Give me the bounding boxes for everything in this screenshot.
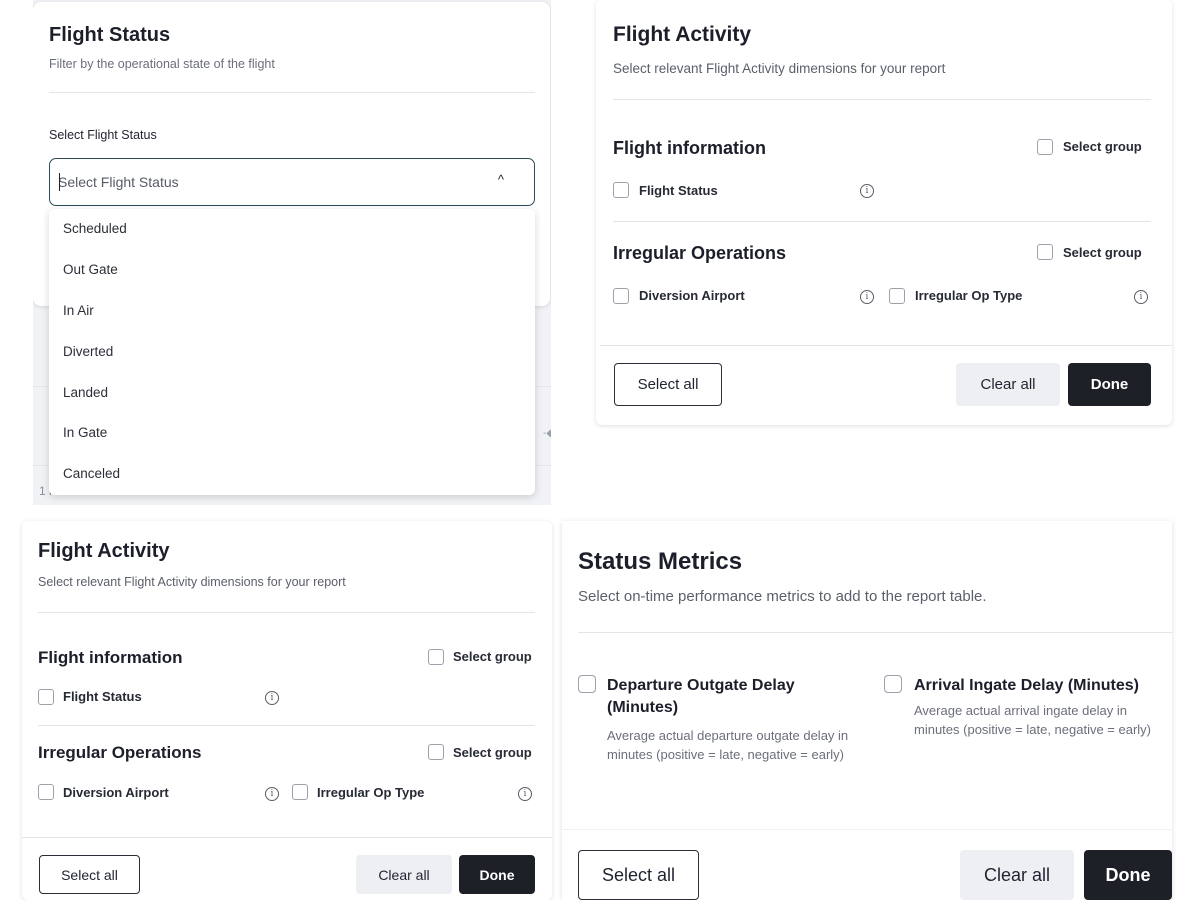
panel-title: Status Metrics [578, 548, 743, 575]
select-group-label[interactable]: Select group [453, 745, 532, 760]
select-group-checkbox[interactable] [428, 649, 444, 665]
done-button[interactable]: Done [1084, 850, 1172, 900]
option-canceled[interactable]: Canceled [63, 466, 120, 481]
option-out-gate[interactable]: Out Gate [63, 262, 118, 277]
flight-status-checkbox[interactable] [38, 689, 54, 705]
select-group-label[interactable]: Select group [1063, 245, 1142, 260]
panel-title: Flight Activity [613, 23, 752, 46]
divider [578, 632, 1172, 633]
departure-outgate-delay-checkbox[interactable] [578, 675, 596, 693]
info-icon[interactable]: i [1134, 290, 1148, 304]
done-button[interactable]: Done [1068, 363, 1151, 406]
group-title-irregular-operations: Irregular Operations [613, 243, 787, 263]
diversion-airport-checkbox[interactable] [613, 288, 629, 304]
metric-title[interactable]: Departure Outgate Delay (Minutes) [607, 675, 857, 719]
info-icon[interactable]: i [265, 691, 279, 705]
panel-subtitle: Select on-time performance metrics to ad… [578, 588, 987, 605]
divider [613, 221, 1151, 222]
arrival-ingate-delay-checkbox[interactable] [884, 675, 902, 693]
divider [38, 725, 535, 726]
flight-status-search-input[interactable] [58, 171, 478, 193]
flight-activity-panel-small: Flight Activity Select relevant Flight A… [22, 521, 552, 900]
text-cursor [59, 173, 60, 191]
field-label: Select Flight Status [49, 128, 157, 142]
metric-title[interactable]: Arrival Ingate Delay (Minutes) [914, 675, 1169, 697]
select-all-button[interactable]: Select all [614, 363, 722, 406]
option-in-air[interactable]: In Air [63, 303, 94, 318]
panel-subtitle: Filter by the operational state of the f… [49, 57, 275, 71]
group-title-flight-information: Flight information [613, 138, 766, 158]
divider [613, 99, 1151, 100]
group-title-irregular-operations: Irregular Operations [38, 743, 202, 762]
flight-status-options-list: Scheduled Out Gate In Air Diverted Lande… [49, 209, 535, 495]
info-icon[interactable]: i [860, 184, 874, 198]
select-group-label[interactable]: Select group [453, 649, 532, 664]
done-button[interactable]: Done [459, 855, 535, 894]
info-icon[interactable]: i [860, 290, 874, 304]
metric-description: Average actual departure outgate delay i… [607, 728, 849, 762]
panel-subtitle: Select relevant Flight Activity dimensio… [38, 575, 346, 589]
divider [49, 92, 535, 93]
diversion-airport-label[interactable]: Diversion Airport [63, 785, 169, 800]
irregular-op-type-label[interactable]: Irregular Op Type [317, 785, 424, 800]
group-title-flight-information: Flight information [38, 648, 183, 667]
footer-divider [600, 345, 1172, 346]
option-scheduled[interactable]: Scheduled [63, 221, 127, 236]
select-group-checkbox[interactable] [1037, 244, 1053, 260]
flight-activity-panel: Flight Activity Select relevant Flight A… [596, 0, 1172, 425]
select-group-checkbox[interactable] [428, 744, 444, 760]
select-group-checkbox[interactable] [1037, 139, 1053, 155]
chart-point-icon: -◆- [543, 428, 551, 439]
irregular-op-type-checkbox[interactable] [889, 288, 905, 304]
irregular-op-type-checkbox[interactable] [292, 784, 308, 800]
flight-status-label[interactable]: Flight Status [63, 689, 142, 704]
option-in-gate[interactable]: In Gate [63, 425, 107, 440]
metric-description: Average actual arrival ingate delay in m… [914, 703, 1152, 737]
irregular-op-type-label[interactable]: Irregular Op Type [915, 288, 1022, 303]
flight-status-panel: -◆- 1 results Flight Status Filter by th… [33, 0, 551, 505]
divider [38, 612, 535, 613]
option-landed[interactable]: Landed [63, 385, 108, 400]
flight-status-select[interactable]: ^ [49, 158, 535, 206]
footer-divider [22, 837, 552, 838]
select-all-button[interactable]: Select all [39, 855, 140, 894]
clear-all-button[interactable]: Clear all [356, 855, 452, 894]
panel-title: Flight Status [49, 24, 171, 46]
info-icon[interactable]: i [518, 787, 532, 801]
clear-all-button[interactable]: Clear all [960, 850, 1074, 900]
select-all-button[interactable]: Select all [578, 850, 699, 900]
chevron-up-icon[interactable]: ^ [498, 172, 504, 187]
diversion-airport-label[interactable]: Diversion Airport [639, 288, 745, 303]
diversion-airport-checkbox[interactable] [38, 784, 54, 800]
panel-subtitle: Select relevant Flight Activity dimensio… [613, 61, 946, 76]
status-metrics-panel: Status Metrics Select on-time performanc… [562, 521, 1172, 900]
panel-title: Flight Activity [38, 540, 170, 562]
info-icon[interactable]: i [265, 787, 279, 801]
clear-all-button[interactable]: Clear all [956, 363, 1060, 406]
option-diverted[interactable]: Diverted [63, 344, 113, 359]
flight-status-checkbox[interactable] [613, 182, 629, 198]
flight-status-label[interactable]: Flight Status [639, 183, 718, 198]
select-group-label[interactable]: Select group [1063, 139, 1142, 154]
